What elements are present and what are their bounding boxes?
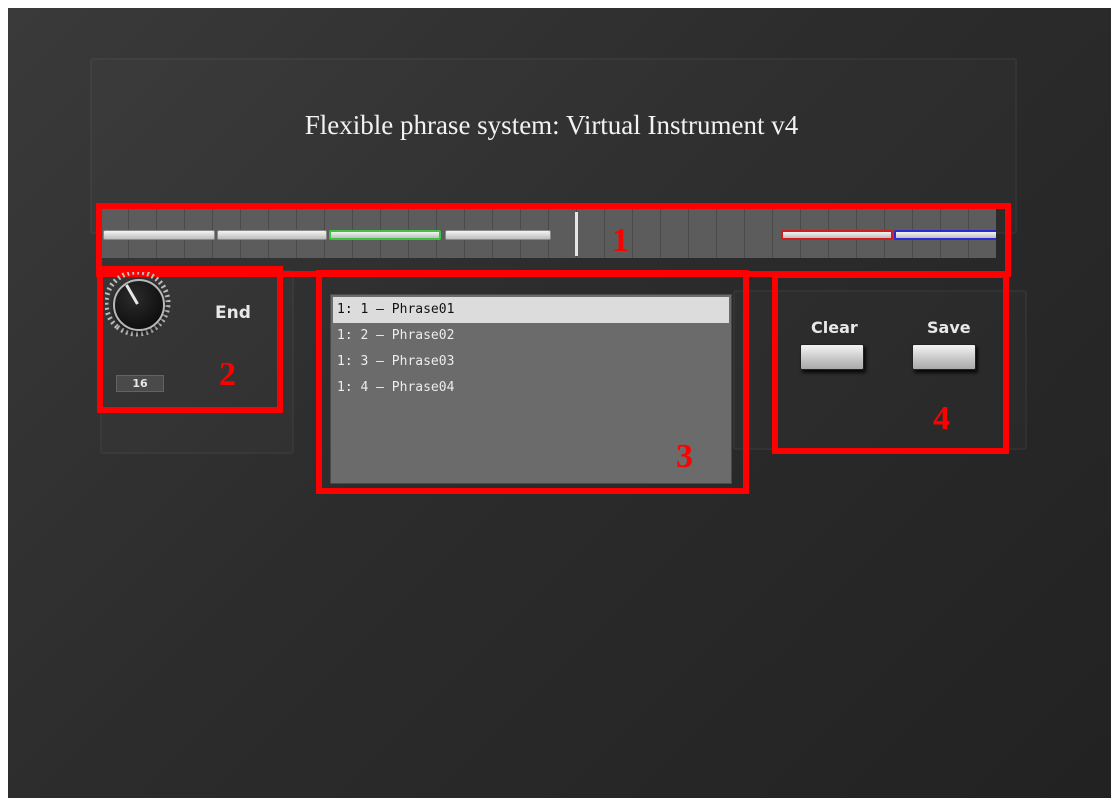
annotation-label-2: 2 xyxy=(219,356,236,393)
annotation-label-4: 4 xyxy=(933,400,950,437)
annotation-box-2 xyxy=(97,266,283,413)
annotation-label-3: 3 xyxy=(676,438,693,475)
page-title: Flexible phrase system: Virtual Instrume… xyxy=(304,110,799,140)
annotation-label-1: 1 xyxy=(612,222,629,259)
annotation-box-4 xyxy=(772,272,1009,454)
